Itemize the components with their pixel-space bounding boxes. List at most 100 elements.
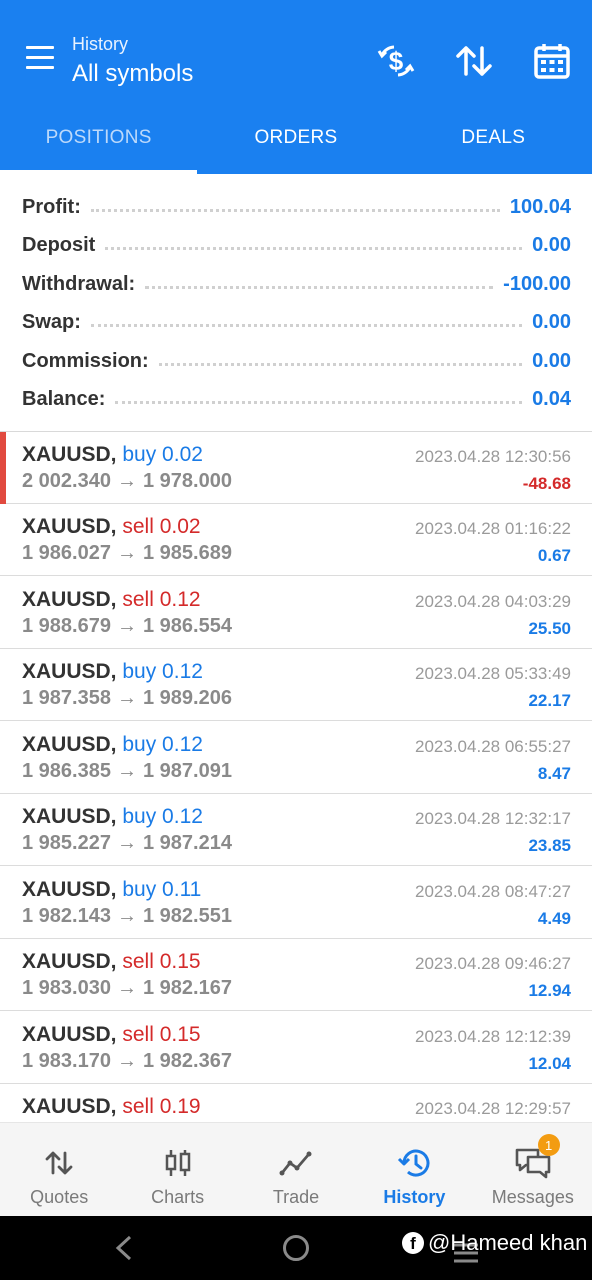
arrow-right-icon: → xyxy=(116,470,137,492)
deal-close-price: 1 982.367 xyxy=(142,1050,232,1072)
deal-symbol-name: XAUUSD, xyxy=(22,660,117,683)
dotted-leader xyxy=(90,208,500,212)
nav-label: Messages xyxy=(491,1187,574,1207)
currency-exchange-icon[interactable]: $ xyxy=(374,40,418,82)
arrow-right-icon: → xyxy=(116,832,137,854)
deal-open-price: 1 987.358 xyxy=(22,687,111,709)
summary-label: Profit: xyxy=(22,195,81,218)
deal-row[interactable]: XAUUSD, sell 0.12 1 988.679 → 1 986.554 20… xyxy=(0,577,592,649)
deal-time: 2023.04.28 12:32:17 xyxy=(415,809,571,828)
deal-time: 2023.04.28 08:47:27 xyxy=(415,882,571,901)
trade-line-icon xyxy=(279,1147,313,1179)
deal-side: buy 0.11 xyxy=(122,878,202,901)
sort-icon[interactable] xyxy=(452,40,496,82)
deal-side: sell 0.15 xyxy=(122,1023,201,1046)
deal-row[interactable]: XAUUSD, buy 0.12 1 985.227 → 1 987.214 202… xyxy=(0,794,592,866)
header-title[interactable]: All symbols xyxy=(72,60,193,88)
nav-messages[interactable]: Messages 1 xyxy=(474,1123,592,1216)
deal-open-price: 1 983.030 xyxy=(22,977,111,999)
summary-label: Swap: xyxy=(22,310,81,333)
arrow-right-icon: → xyxy=(116,687,137,709)
deal-row[interactable]: XAUUSD, buy 0.12 1 987.358 → 1 989.206 202… xyxy=(0,649,592,721)
nav-quotes[interactable]: Quotes xyxy=(0,1123,118,1216)
summary-row-profit: Profit: 100.04 xyxy=(22,188,571,226)
deal-row[interactable]: XAUUSD, buy 0.12 1 986.385 → 1 987.091 202… xyxy=(0,722,592,794)
summary-panel: Profit: 100.04 Deposit 0.00 Withdrawal: … xyxy=(0,174,592,432)
deal-symbol-name: XAUUSD, xyxy=(22,878,117,901)
dotted-leader xyxy=(115,400,523,404)
deal-time: 2023.04.28 12:29:57 xyxy=(415,1099,571,1118)
back-icon[interactable] xyxy=(112,1234,136,1267)
deal-side: sell 0.15 xyxy=(122,950,201,973)
deal-time: 2023.04.28 01:16:22 xyxy=(415,519,571,538)
summary-row-commission: Commission: 0.00 xyxy=(22,342,571,380)
deal-open-price: 1 982.143 xyxy=(22,905,111,927)
deal-prices: 1 982.143 → 1 982.551 xyxy=(22,905,232,928)
deals-list: XAUUSD, buy 0.02 2 002.340 → 1 978.000 202… xyxy=(0,432,592,1122)
deal-side: buy 0.12 xyxy=(122,660,203,683)
deal-profit: 12.04 xyxy=(528,1054,571,1073)
deal-row[interactable]: XAUUSD, sell 0.15 1 983.170 → 1 982.367 20… xyxy=(0,1012,592,1084)
menu-button[interactable] xyxy=(24,46,60,76)
calendar-icon[interactable] xyxy=(530,40,574,82)
deal-symbol-name: XAUUSD, xyxy=(22,588,117,611)
arrow-right-icon: → xyxy=(116,760,137,782)
header-subtitle: History xyxy=(72,34,129,54)
unread-badge: 1 xyxy=(537,1134,560,1156)
tab-positions[interactable]: POSITIONS xyxy=(0,102,198,174)
summary-value: 0.00 xyxy=(532,233,571,256)
nav-trade[interactable]: Trade xyxy=(237,1123,355,1216)
arrow-right-icon: → xyxy=(116,1050,137,1072)
summary-row-balance: Balance: 0.04 xyxy=(22,380,571,418)
nav-history[interactable]: History xyxy=(355,1123,473,1216)
nav-label: Charts xyxy=(151,1187,205,1207)
deal-side: buy 0.12 xyxy=(122,805,203,828)
deal-close-price: 1 982.167 xyxy=(142,977,232,999)
deal-open-price: 1 985.227 xyxy=(22,832,111,854)
summary-row-deposit: Deposit 0.00 xyxy=(22,226,571,264)
summary-value: 0.04 xyxy=(532,387,571,410)
app-bar: History All symbols $ xyxy=(0,0,592,102)
deal-symbol: XAUUSD, sell 0.12 xyxy=(22,588,201,612)
dotted-leader xyxy=(90,323,523,327)
deal-open-price: 1 986.027 xyxy=(22,542,111,564)
summary-value: -100.00 xyxy=(503,272,571,295)
quotes-arrows-icon xyxy=(44,1147,74,1179)
facebook-icon: f xyxy=(402,1232,424,1254)
deal-row[interactable]: XAUUSD, buy 0.11 1 982.143 → 1 982.551 202… xyxy=(0,867,592,939)
nav-label: Quotes xyxy=(30,1187,89,1207)
dotted-leader xyxy=(145,285,494,289)
summary-row-swap: Swap: 0.00 xyxy=(22,303,571,341)
deal-time: 2023.04.28 06:55:27 xyxy=(415,737,571,756)
history-clock-icon xyxy=(397,1147,431,1179)
dotted-leader xyxy=(158,362,523,366)
deal-symbol: XAUUSD, buy 0.02 xyxy=(22,443,203,467)
deal-close-price: 1 987.214 xyxy=(142,832,232,854)
system-navigation-bar: f @Hameed khan xyxy=(0,1216,592,1280)
deal-close-price: 1 978.000 xyxy=(142,470,232,492)
deal-side: sell 0.02 xyxy=(122,515,201,538)
tab-deals[interactable]: DEALS xyxy=(395,102,592,174)
deal-time: 2023.04.28 09:46:27 xyxy=(415,954,571,973)
deal-profit: 0.67 xyxy=(537,546,571,565)
deal-row[interactable]: XAUUSD, sell 0.15 1 983.030 → 1 982.167 20… xyxy=(0,939,592,1011)
summary-value: 0.00 xyxy=(532,310,571,333)
deal-prices: 1 983.030 → 1 982.167 xyxy=(22,977,232,1000)
deal-close-price: 1 986.554 xyxy=(142,615,232,637)
bottom-navigation: Quotes Charts Trade History Messages 1 xyxy=(0,1122,592,1216)
deal-open-price: 2 002.340 xyxy=(22,470,111,492)
arrow-right-icon: → xyxy=(116,905,137,927)
deal-symbol: XAUUSD, buy 0.12 xyxy=(22,660,203,684)
deal-row[interactable]: XAUUSD, sell 0.19 2023.04.28 12:29:57 xyxy=(0,1084,592,1122)
deal-side: buy 0.12 xyxy=(122,733,203,756)
tab-bar: POSITIONS ORDERS DEALS xyxy=(0,102,592,174)
candlestick-icon xyxy=(164,1147,192,1179)
hamburger-icon-line xyxy=(26,46,54,49)
deal-row[interactable]: XAUUSD, buy 0.02 2 002.340 → 1 978.000 202… xyxy=(0,432,592,504)
deal-close-price: 1 987.091 xyxy=(142,760,232,782)
home-icon[interactable] xyxy=(283,1235,309,1261)
svg-text:$: $ xyxy=(389,46,404,76)
nav-charts[interactable]: Charts xyxy=(118,1123,236,1216)
deal-row[interactable]: XAUUSD, sell 0.02 1 986.027 → 1 985.689 20… xyxy=(0,504,592,576)
tab-orders[interactable]: ORDERS xyxy=(197,102,394,174)
